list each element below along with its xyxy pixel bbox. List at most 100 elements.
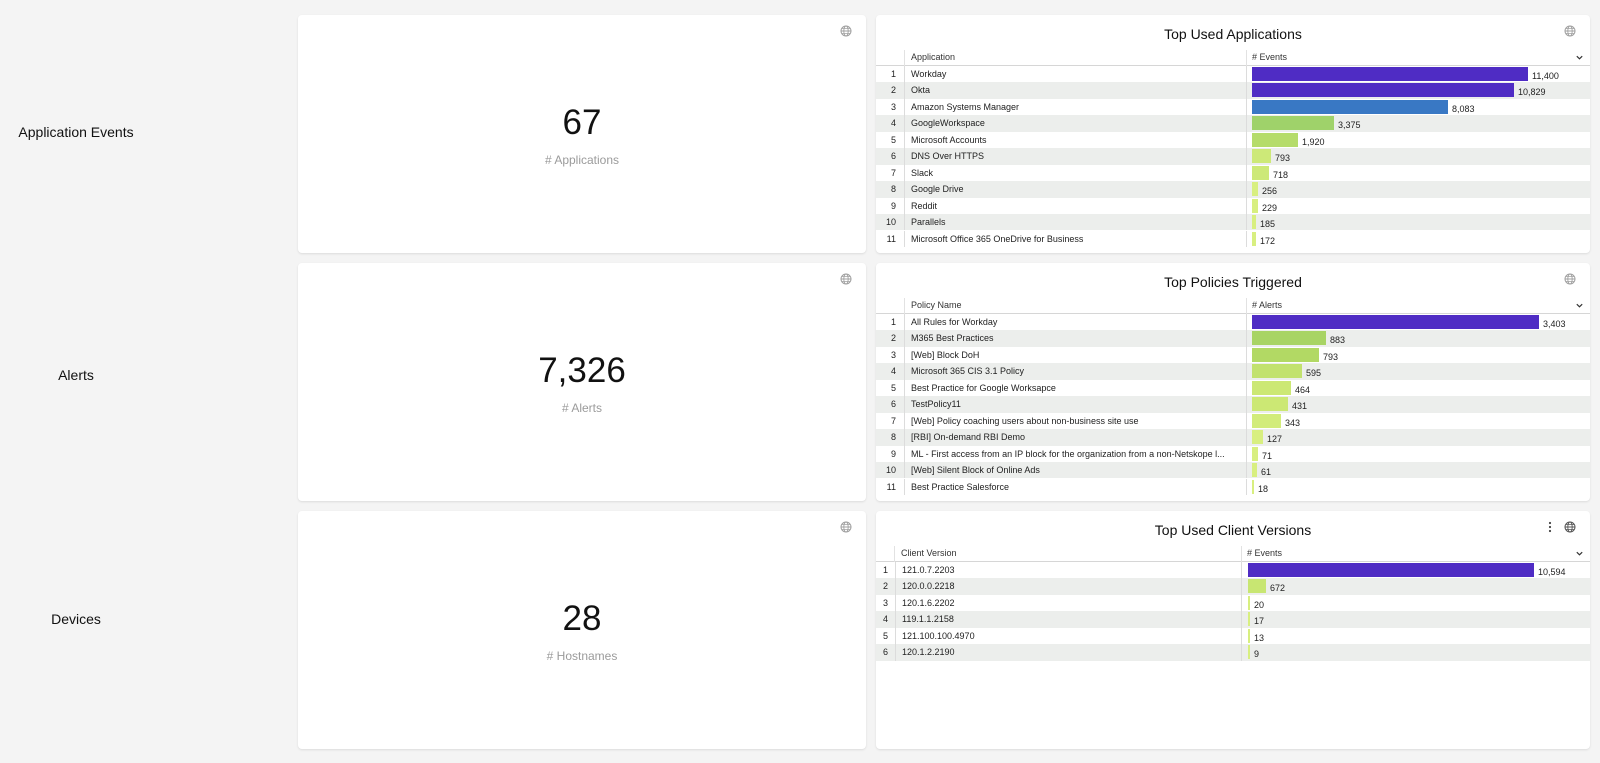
table-row[interactable]: 3 [Web] Block DoH 793 <box>876 346 1590 364</box>
table-row[interactable]: 2 M365 Best Practices 883 <box>876 330 1590 347</box>
table-row[interactable]: 9 ML - First access from an IP block for … <box>876 445 1590 462</box>
table-row[interactable]: 8 Google Drive 256 <box>876 181 1590 198</box>
column-divider <box>895 562 896 579</box>
table-row[interactable]: 5 121.100.100.4970 13 <box>876 627 1590 645</box>
value-label: 10,594 <box>1538 567 1566 577</box>
value-label: 595 <box>1306 368 1322 379</box>
table-row[interactable]: 2 120.0.0.2218 672 <box>876 578 1590 595</box>
value-bar <box>1252 364 1302 379</box>
table-row[interactable]: 7 Slack 718 <box>876 164 1590 182</box>
table-row[interactable]: 11 Best Practice Salesforce 18 <box>876 478 1590 495</box>
row-index: 6 <box>882 647 888 658</box>
row-name: [RBI] On-demand RBI Demo <box>911 432 1026 443</box>
chevron-down-icon[interactable] <box>1575 53 1584 62</box>
column-divider <box>904 363 905 380</box>
table-row[interactable]: 3 120.1.6.2202 20 <box>876 594 1590 612</box>
column-divider <box>1246 445 1247 462</box>
column-divider <box>1246 412 1247 430</box>
row-index: 5 <box>890 382 896 393</box>
column-divider <box>1246 314 1247 331</box>
column-header-client-version[interactable]: Client Version <box>901 548 957 558</box>
value-label: 883 <box>1330 335 1346 346</box>
column-divider <box>1246 346 1247 364</box>
value-label: 127 <box>1267 434 1283 445</box>
column-divider <box>904 197 905 214</box>
table-row[interactable]: 5 Best Practice for Google Worksapce 464 <box>876 379 1590 397</box>
column-divider <box>1241 644 1242 661</box>
column-divider <box>1246 131 1247 149</box>
table-row[interactable]: 6 DNS Over HTTPS 793 <box>876 148 1590 165</box>
table-row[interactable]: 3 Amazon Systems Manager 8,083 <box>876 98 1590 116</box>
column-divider <box>904 412 905 430</box>
row-label-devices: Devices <box>51 611 101 627</box>
table-row[interactable]: 11 Microsoft Office 365 OneDrive for Busi… <box>876 230 1590 247</box>
table-header: Policy Name # Alerts <box>876 298 1590 314</box>
column-divider <box>904 148 905 165</box>
globe-icon[interactable] <box>840 273 852 285</box>
value-bar <box>1252 132 1298 147</box>
kpi-card-alerts: 7,326 # Alerts <box>298 263 866 501</box>
column-divider <box>894 546 895 562</box>
row-index: 1 <box>882 565 888 575</box>
value-bar <box>1252 397 1288 412</box>
table-row[interactable]: 2 Okta 10,829 <box>876 82 1590 99</box>
column-header-events[interactable]: # Events <box>1247 548 1282 558</box>
table-row[interactable]: 1 All Rules for Workday 3,403 <box>876 314 1590 331</box>
column-header-alerts[interactable]: # Alerts <box>1252 300 1282 310</box>
row-name: Reddit <box>911 200 938 211</box>
row-index: 8 <box>890 432 896 443</box>
table-row[interactable]: 1 Workday 11,400 <box>876 66 1590 83</box>
value-label: 8,083 <box>1452 103 1475 114</box>
column-divider <box>904 298 905 314</box>
column-divider <box>1246 379 1247 397</box>
table-row[interactable]: 6 TestPolicy11 431 <box>876 396 1590 413</box>
column-header-application[interactable]: Application <box>911 52 955 62</box>
column-divider <box>1246 148 1247 165</box>
row-name: Workday <box>911 69 947 79</box>
table-row[interactable]: 10 [Web] Silent Block of Online Ads 61 <box>876 462 1590 479</box>
row-index: 3 <box>882 597 888 608</box>
table-row[interactable]: 6 120.1.2.2190 9 <box>876 644 1590 661</box>
table-row[interactable]: 4 119.1.1.2158 17 <box>876 611 1590 628</box>
row-index: 2 <box>890 333 896 344</box>
value-label: 71 <box>1262 450 1273 461</box>
chevron-down-icon[interactable] <box>1575 301 1584 310</box>
table-row[interactable]: 10 Parallels 185 <box>876 214 1590 231</box>
globe-icon[interactable] <box>840 521 852 533</box>
value-bar <box>1252 149 1271 164</box>
kpi-label: # Applications <box>544 153 620 167</box>
table-title: Top Used Client Versions <box>1154 522 1312 538</box>
table-row[interactable]: 9 Reddit 229 <box>876 197 1590 214</box>
column-divider <box>1246 66 1247 83</box>
table-row[interactable]: 1 121.0.7.2203 10,594 <box>876 562 1590 579</box>
row-name: ML - First access from an IP block for t… <box>911 448 1225 459</box>
value-label: 61 <box>1261 467 1272 478</box>
row-index: 1 <box>890 317 896 327</box>
row-name: 121.100.100.4970 <box>902 630 975 641</box>
row-name: Parallels <box>911 217 946 228</box>
globe-icon[interactable] <box>840 25 852 37</box>
table-row[interactable]: 7 [Web] Policy coaching users about non-b… <box>876 412 1590 430</box>
column-divider <box>1246 230 1247 247</box>
value-bar <box>1252 231 1256 246</box>
column-header-events[interactable]: # Events <box>1252 52 1287 62</box>
column-divider <box>1241 594 1242 612</box>
value-label: 1,920 <box>1302 136 1325 147</box>
value-bar <box>1248 579 1266 594</box>
table-row[interactable]: 4 GoogleWorkspace 3,375 <box>876 115 1590 132</box>
value-bar <box>1252 430 1263 445</box>
value-label: 185 <box>1260 219 1276 230</box>
row-name: Microsoft Office 365 OneDrive for Busine… <box>911 233 1084 244</box>
row-index: 11 <box>886 481 896 492</box>
chevron-down-icon[interactable] <box>1575 549 1584 558</box>
table-row[interactable]: 4 Microsoft 365 CIS 3.1 Policy 595 <box>876 363 1590 380</box>
row-index: 6 <box>890 151 896 162</box>
column-header-policy-name[interactable]: Policy Name <box>911 300 962 310</box>
value-bar <box>1252 413 1281 428</box>
row-name: Amazon Systems Manager <box>911 101 1020 112</box>
table-row[interactable]: 5 Microsoft Accounts 1,920 <box>876 131 1590 149</box>
value-bar <box>1252 347 1319 362</box>
row-name: DNS Over HTTPS <box>911 151 985 162</box>
table-row[interactable]: 8 [RBI] On-demand RBI Demo 127 <box>876 429 1590 446</box>
row-name: Google Drive <box>911 184 964 195</box>
